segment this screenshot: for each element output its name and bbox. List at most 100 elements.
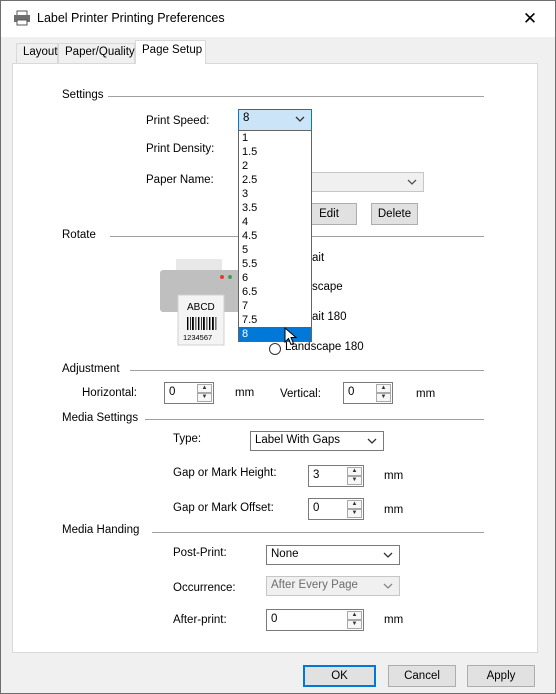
print-speed-option[interactable]: 2.5 xyxy=(239,173,311,187)
apply-label: Apply xyxy=(486,670,516,682)
preview-barcode-digits: 1234567 xyxy=(183,333,213,342)
after-print-spinner[interactable]: 0 ▲ ▼ xyxy=(266,609,364,631)
spin-down-icon[interactable]: ▼ xyxy=(197,393,212,402)
print-speed-option[interactable]: 3.5 xyxy=(239,201,311,215)
print-speed-label: Print Speed: xyxy=(146,115,210,127)
media-type-value: Label With Gaps xyxy=(255,434,341,446)
horizontal-label: Horizontal: xyxy=(82,387,137,399)
occurrence-label: Occurrence: xyxy=(173,582,236,594)
gap-offset-spinner[interactable]: 0 ▲ ▼ xyxy=(308,498,364,520)
occurrence-value: After Every Page xyxy=(271,579,358,591)
spin-down-icon[interactable]: ▼ xyxy=(347,476,362,485)
print-speed-option[interactable]: 7.5 xyxy=(239,313,311,327)
spin-down-icon[interactable]: ▼ xyxy=(347,509,362,518)
spin-down-icon[interactable]: ▼ xyxy=(347,620,362,629)
cancel-label: Cancel xyxy=(404,670,440,682)
tab-label: Layout xyxy=(23,46,58,58)
rotate-option-portrait-180[interactable]: ait 180 xyxy=(312,311,347,323)
media-settings-divider xyxy=(145,419,484,420)
edit-label: Edit xyxy=(319,208,339,220)
tab-layout[interactable]: Layout xyxy=(16,43,58,63)
chevron-down-icon xyxy=(407,179,417,185)
type-label: Type: xyxy=(173,433,202,445)
print-speed-value: 8 xyxy=(243,112,250,124)
media-handing-divider xyxy=(152,532,484,533)
after-print-unit: mm xyxy=(384,614,404,626)
printing-preferences-dialog: Label Printer Printing Preferences ✕ Lay… xyxy=(0,0,556,694)
settings-section-label: Settings xyxy=(62,89,108,101)
print-speed-select[interactable]: 8 xyxy=(238,109,312,131)
print-speed-option[interactable]: 5 xyxy=(239,243,311,257)
tab-label: Page Setup xyxy=(142,44,203,56)
delete-label: Delete xyxy=(377,208,412,220)
chevron-down-icon xyxy=(383,583,393,589)
media-type-select[interactable]: Label With Gaps xyxy=(250,431,384,451)
post-print-select[interactable]: None xyxy=(266,545,400,565)
print-speed-option[interactable]: 6.5 xyxy=(239,285,311,299)
spin-up-icon[interactable]: ▲ xyxy=(347,611,362,620)
gap-height-spinner[interactable]: 3 ▲ ▼ xyxy=(308,465,364,487)
delete-button[interactable]: Delete xyxy=(371,203,418,225)
horizontal-unit: mm xyxy=(235,387,255,399)
print-speed-option[interactable]: 3 xyxy=(239,187,311,201)
title-bar: Label Printer Printing Preferences ✕ xyxy=(1,1,555,37)
print-speed-option[interactable]: 4.5 xyxy=(239,229,311,243)
spin-up-icon[interactable]: ▲ xyxy=(376,384,391,393)
apply-button[interactable]: Apply xyxy=(467,665,535,687)
mouse-cursor-icon xyxy=(284,327,298,346)
vertical-label: Vertical: xyxy=(280,388,321,400)
tab-paper-quality[interactable]: Paper/Quality xyxy=(58,43,135,63)
gap-height-unit: mm xyxy=(384,470,404,482)
rotate-option-landscape[interactable]: scape xyxy=(312,281,343,293)
print-speed-option[interactable]: 2 xyxy=(239,159,311,173)
vertical-spinner[interactable]: 0 ▲ ▼ xyxy=(343,382,393,404)
tab-label: Paper/Quality xyxy=(65,46,135,58)
print-speed-option[interactable]: 8 xyxy=(239,327,311,341)
post-print-value: None xyxy=(271,548,299,560)
adjustment-section-label: Adjustment xyxy=(62,363,124,375)
horizontal-value: 0 xyxy=(169,386,176,398)
tab-page-setup[interactable]: Page Setup xyxy=(135,40,206,64)
after-print-label: After-print: xyxy=(173,614,227,626)
adjustment-divider xyxy=(130,370,484,371)
rotate-option-portrait[interactable]: ait xyxy=(312,252,324,264)
print-density-label: Print Density: xyxy=(146,143,215,155)
paper-name-label: Paper Name: xyxy=(146,174,214,186)
spin-down-icon[interactable]: ▼ xyxy=(376,393,391,402)
gap-offset-label: Gap or Mark Offset: xyxy=(173,502,274,514)
print-speed-option[interactable]: 7 xyxy=(239,299,311,313)
rotate-section-label: Rotate xyxy=(62,229,100,241)
print-speed-option[interactable]: 1.5 xyxy=(239,145,311,159)
after-print-value: 0 xyxy=(271,613,278,625)
media-settings-section-label: Media Settings xyxy=(62,412,143,424)
chevron-down-icon xyxy=(383,552,393,558)
ok-button[interactable]: OK xyxy=(303,665,376,687)
horizontal-spinner[interactable]: 0 ▲ ▼ xyxy=(164,382,214,404)
print-speed-option[interactable]: 1 xyxy=(239,131,311,145)
occurrence-select[interactable]: After Every Page xyxy=(266,576,400,596)
spin-up-icon[interactable]: ▲ xyxy=(347,467,362,476)
print-speed-option[interactable]: 6 xyxy=(239,271,311,285)
gap-height-value: 3 xyxy=(313,469,320,481)
spin-up-icon[interactable]: ▲ xyxy=(197,384,212,393)
gap-height-label: Gap or Mark Height: xyxy=(173,467,277,479)
print-speed-option[interactable]: 5.5 xyxy=(239,257,311,271)
window-title: Label Printer Printing Preferences xyxy=(37,11,225,25)
landscape-180-radio[interactable] xyxy=(269,343,281,355)
cancel-button[interactable]: Cancel xyxy=(388,665,456,687)
spin-up-icon[interactable]: ▲ xyxy=(347,500,362,509)
preview-label-text: ABCD xyxy=(187,302,215,313)
gap-offset-unit: mm xyxy=(384,504,404,516)
post-print-label: Post-Print: xyxy=(173,547,227,559)
print-speed-dropdown-list[interactable]: 1 1.5 2 2.5 3 3.5 4 4.5 5 5.5 6 6.5 7 7.5 8 xyxy=(238,130,312,342)
chevron-down-icon xyxy=(295,116,305,122)
vertical-unit: mm xyxy=(416,388,436,400)
settings-divider xyxy=(106,96,484,97)
gap-offset-value: 0 xyxy=(313,502,320,514)
close-button[interactable]: ✕ xyxy=(513,5,547,33)
close-icon: ✕ xyxy=(522,9,538,28)
ok-label: OK xyxy=(331,670,348,682)
print-speed-option[interactable]: 4 xyxy=(239,215,311,229)
vertical-value: 0 xyxy=(348,386,355,398)
chevron-down-icon xyxy=(367,438,377,444)
